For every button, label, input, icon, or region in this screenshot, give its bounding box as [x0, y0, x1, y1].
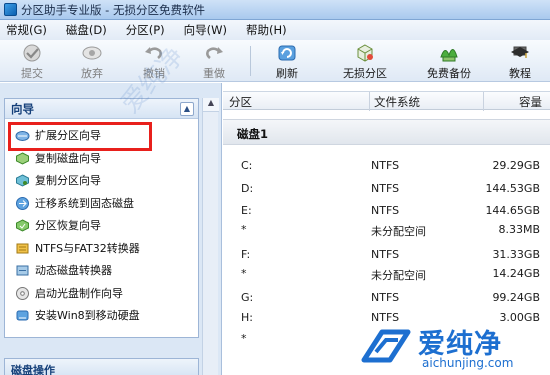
menu-bar: 常规(G) 磁盘(D) 分区(P) 向导(W) 帮助(H)	[0, 20, 550, 40]
refresh-button[interactable]: 刷新	[263, 43, 311, 81]
win8-usb-icon	[16, 310, 29, 320]
wizard-item-extend-partition[interactable]: 扩展分区向导	[5, 125, 198, 145]
scroll-up-icon[interactable]: ▲	[203, 98, 219, 112]
collapse-icon[interactable]: ▲	[180, 101, 194, 116]
commit-button[interactable]: 提交	[8, 43, 56, 81]
wizard-header: 向导 ▲	[5, 99, 198, 119]
capacity-cell: 14.24GB	[492, 267, 540, 280]
copy-disk-icon	[16, 151, 29, 165]
app-icon	[4, 3, 17, 16]
left-panel: 向导 ▲ 扩展分区向导 复制磁盘向导 复制分区向导 迁移系统到固态磁盘 分区恢复…	[0, 83, 222, 375]
partition-cell: F:	[241, 248, 251, 261]
boot-disc-icon	[16, 286, 29, 300]
filesystem-cell: 未分配空间	[371, 269, 426, 282]
col-partition[interactable]: 分区	[229, 94, 252, 110]
lossless-partition-button[interactable]: 无损分区	[336, 43, 394, 81]
free-backup-icon	[440, 49, 458, 62]
watermark-logo-icon	[361, 329, 411, 363]
table-row[interactable]: F: NTFS 31.33GB	[223, 246, 550, 264]
disk-operations-header[interactable]: 磁盘操作	[4, 358, 199, 375]
commit-check-icon	[23, 44, 41, 62]
free-backup-button[interactable]: 免费备份	[420, 43, 478, 81]
partition-cell: H:	[241, 311, 253, 324]
redo-button[interactable]: 重做	[190, 43, 238, 81]
menu-wizard[interactable]: 向导(W)	[184, 22, 227, 38]
wizard-item-boot-disc[interactable]: 启动光盘制作向导	[5, 283, 198, 303]
filesystem-cell: NTFS	[371, 204, 400, 217]
wizard-panel: 向导 ▲ 扩展分区向导 复制磁盘向导 复制分区向导 迁移系统到固态磁盘 分区恢复…	[4, 98, 199, 338]
copy-partition-icon	[16, 173, 29, 187]
col-filesystem[interactable]: 文件系统	[374, 94, 420, 110]
wizard-item-partition-recovery[interactable]: 分区恢复向导	[5, 215, 198, 235]
extend-partition-icon	[15, 130, 30, 141]
col-divider	[369, 92, 370, 111]
partition-cell: C:	[241, 159, 253, 172]
menu-general[interactable]: 常规(G)	[6, 22, 47, 38]
capacity-cell: 29.29GB	[492, 159, 540, 172]
tutorial-button[interactable]: 教程	[496, 43, 544, 81]
filesystem-cell: NTFS	[371, 159, 400, 172]
undo-button[interactable]: 撤销	[130, 43, 178, 81]
wizard-item-copy-disk[interactable]: 复制磁盘向导	[5, 148, 198, 168]
table-row[interactable]: * 未分配空间 14.24GB	[223, 265, 550, 283]
filesystem-cell: NTFS	[371, 248, 400, 261]
partition-recovery-icon	[16, 218, 29, 232]
undo-arrow-icon	[145, 47, 162, 59]
table-row[interactable]: D: NTFS 144.53GB	[223, 180, 550, 198]
col-capacity[interactable]: 容量	[519, 94, 542, 110]
discard-button[interactable]: 放弃	[68, 43, 116, 81]
capacity-cell: 31.33GB	[492, 248, 540, 261]
wizard-item-dynamic-disk[interactable]: 动态磁盘转换器	[5, 260, 198, 280]
toolbar: 提交 放弃 撤销 重做 刷新 无损分区 免费备份 教程	[0, 40, 550, 82]
menu-partition[interactable]: 分区(P)	[126, 22, 165, 38]
capacity-cell: 144.53GB	[485, 182, 540, 195]
filesystem-cell: NTFS	[371, 182, 400, 195]
wizard-title: 向导	[11, 101, 34, 116]
filesystem-cell: 未分配空间	[371, 225, 426, 238]
left-scrollbar[interactable]: ▲	[202, 98, 219, 375]
lossless-partition-icon	[357, 44, 373, 62]
dynamic-disk-converter-icon	[16, 265, 29, 275]
partition-cell: G:	[241, 291, 254, 304]
migrate-ssd-icon	[16, 196, 29, 210]
tutorial-icon	[511, 46, 529, 58]
wizard-item-ntfs-fat32[interactable]: NTFS与FAT32转换器	[5, 238, 198, 258]
capacity-cell: 99.24GB	[492, 291, 540, 304]
toolbar-separator	[250, 46, 251, 76]
wizard-item-copy-partition[interactable]: 复制分区向导	[5, 170, 198, 190]
redo-arrow-icon	[206, 47, 223, 59]
table-row[interactable]: * 未分配空间 8.33MB	[223, 221, 550, 239]
partition-cell: *	[241, 332, 247, 345]
filesystem-cell: NTFS	[371, 291, 400, 304]
menu-disk[interactable]: 磁盘(D)	[66, 22, 107, 38]
window-title: 分区助手专业版 - 无损分区免费软件	[21, 2, 205, 17]
partition-cell: E:	[241, 204, 252, 217]
capacity-cell: 144.65GB	[485, 204, 540, 217]
disk-label: 磁盘1	[237, 127, 269, 141]
table-row[interactable]: C: NTFS 29.29GB	[223, 157, 550, 175]
ntfs-fat32-converter-icon	[16, 243, 29, 253]
partition-cell: *	[241, 267, 247, 280]
table-row[interactable]: E: NTFS 144.65GB	[223, 202, 550, 220]
disk-operations-title: 磁盘操作	[11, 364, 55, 375]
table-row[interactable]: G: NTFS 99.24GB	[223, 289, 550, 307]
partition-cell: *	[241, 223, 247, 236]
capacity-cell: 8.33MB	[498, 223, 540, 236]
menu-help[interactable]: 帮助(H)	[246, 22, 287, 38]
partition-cell: D:	[241, 182, 254, 195]
col-divider	[483, 92, 484, 111]
wizard-item-migrate-ssd[interactable]: 迁移系统到固态磁盘	[5, 193, 198, 213]
wizard-item-win8-to-go[interactable]: 安装Win8到移动硬盘	[5, 305, 198, 325]
watermark-url: aichunjing.com	[422, 356, 514, 370]
refresh-icon	[278, 45, 296, 61]
watermark-logo: 爱纯净 aichunjing.com	[358, 320, 548, 372]
title-bar: 分区助手专业版 - 无损分区免费软件	[0, 0, 550, 20]
disk-row[interactable]: 磁盘1	[223, 119, 550, 145]
table-header: 分区 文件系统 容量	[223, 91, 550, 111]
discard-eye-icon	[82, 46, 102, 60]
